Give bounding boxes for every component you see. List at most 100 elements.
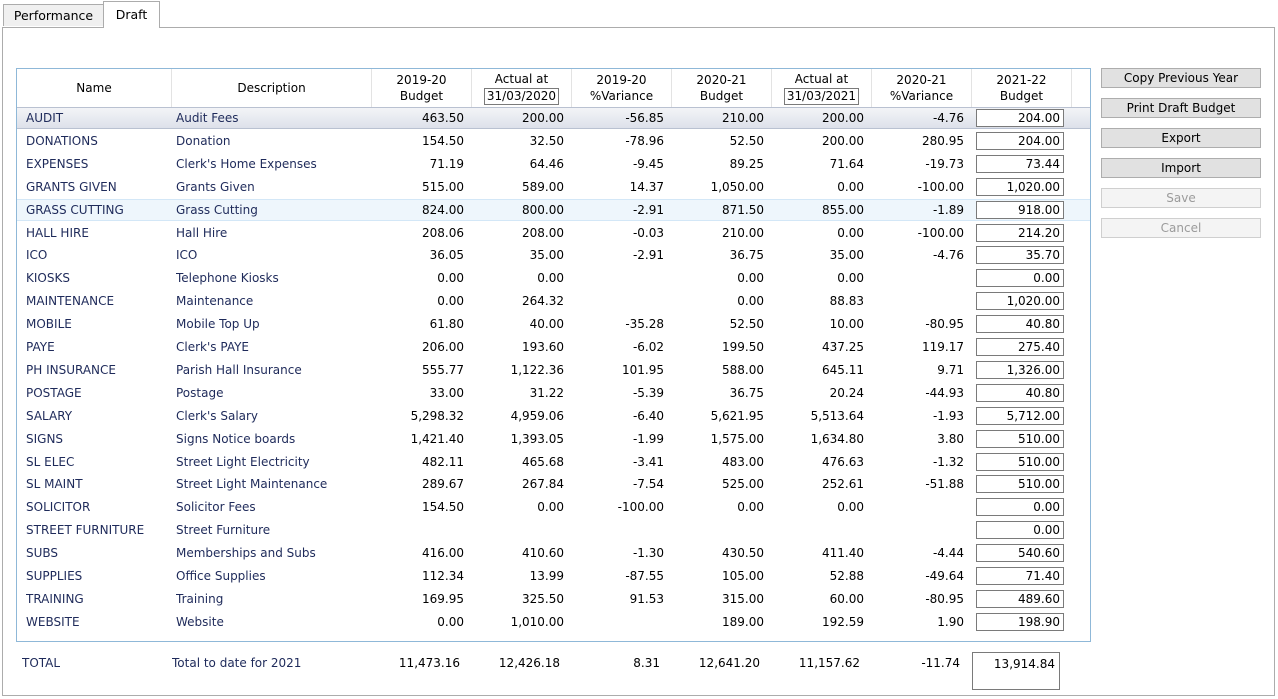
col-header-budget-2019-20[interactable]: 2019-20 Budget xyxy=(372,69,472,107)
table-row[interactable]: AUDIT Audit Fees 463.50 200.00 -56.85 210.00 2… xyxy=(17,107,1090,129)
actual-date-2021-field[interactable]: 31/03/2021 xyxy=(783,88,860,105)
cell-actual-2020: 200.00 xyxy=(522,111,564,125)
cell-actual-2021: 35.00 xyxy=(829,248,864,263)
table-row[interactable]: POSTAGE Postage 33.00 31.22 -5.39 36.75 20.24 -… xyxy=(17,382,1090,404)
col-header-line2: %Variance xyxy=(589,89,654,103)
table-row[interactable]: TRAINING Training 169.95 325.50 91.53 315.00 6… xyxy=(17,588,1090,610)
cancel-button[interactable]: Cancel xyxy=(1101,218,1261,238)
budget-2021-22-input[interactable]: 0.00 xyxy=(976,498,1064,517)
cell-name: SL ELEC xyxy=(26,454,75,469)
cell-budget-2020-21: 1,050.00 xyxy=(710,179,764,194)
cell-budget-2020-21: 189.00 xyxy=(722,614,764,629)
table-row[interactable]: HALL HIRE Hall Hire 208.06 208.00 -0.03 210.0… xyxy=(17,222,1090,244)
cell-actual-2020: 800.00 xyxy=(522,202,564,217)
col-header-variance-2020-21[interactable]: 2020-21 %Variance xyxy=(872,69,972,107)
budget-2021-22-input[interactable]: 540.60 xyxy=(976,544,1064,563)
print-draft-budget-button[interactable]: Print Draft Budget xyxy=(1101,98,1261,118)
budget-2021-22-input[interactable]: 918.00 xyxy=(976,200,1064,219)
cell-description: Solicitor Fees xyxy=(176,500,256,515)
table-row[interactable]: KIOSKS Telephone Kiosks 0.00 0.00 0.00 0.00 0.… xyxy=(17,267,1090,289)
col-header-actual-2021[interactable]: Actual at 31/03/2021 xyxy=(772,69,872,107)
budget-2021-22-input[interactable]: 198.90 xyxy=(976,612,1064,631)
table-row[interactable]: ICO ICO 36.05 35.00 -2.91 36.75 35.00 -4.76 35.7… xyxy=(17,244,1090,266)
table-row[interactable]: SUBS Memberships and Subs 416.00 410.60 -1.3… xyxy=(17,542,1090,564)
cell-variance-2020-21: -4.44 xyxy=(932,546,964,561)
table-row[interactable]: PH INSURANCE Parish Hall Insurance 555.77 1… xyxy=(17,359,1090,381)
table-row[interactable]: SALARY Clerk's Salary 5,298.32 4,959.06 -6.4… xyxy=(17,405,1090,427)
table-row[interactable]: WEBSITE Website 0.00 1,010.00 189.00 192.59 1.… xyxy=(17,611,1090,633)
cell-actual-2021: 0.00 xyxy=(837,225,864,240)
table-row[interactable]: DONATIONS Donation 154.50 32.50 -78.96 52.50 2… xyxy=(17,130,1090,152)
cell-variance-2019-20: -7.54 xyxy=(632,477,664,492)
import-button[interactable]: Import xyxy=(1101,158,1261,178)
cell-actual-2020: 35.00 xyxy=(529,248,564,263)
budget-2021-22-input[interactable]: 1,020.00 xyxy=(976,177,1064,196)
budget-2021-22-input[interactable]: 510.00 xyxy=(976,475,1064,494)
budget-2021-22-input[interactable]: 510.00 xyxy=(976,429,1064,448)
col-header-description[interactable]: Description xyxy=(172,69,372,107)
table-row[interactable]: SL MAINT Street Light Maintenance 289.67 26… xyxy=(17,473,1090,495)
budget-2021-22-input[interactable]: 0.00 xyxy=(976,521,1064,540)
cell-actual-2021: 476.63 xyxy=(822,454,864,469)
table-row[interactable]: SL ELEC Street Light Electricity 482.11 465… xyxy=(17,451,1090,473)
cell-budget-2020-21: 0.00 xyxy=(737,271,764,286)
save-button[interactable]: Save xyxy=(1101,188,1261,208)
table-row[interactable]: GRANTS GIVEN Grants Given 515.00 589.00 14.3… xyxy=(17,176,1090,198)
col-header-budget-2021-22[interactable]: 2021-22 Budget xyxy=(972,69,1072,107)
cell-budget-2020-21: 199.50 xyxy=(722,340,764,354)
tab-draft[interactable]: Draft xyxy=(103,1,160,28)
cell-description: Audit Fees xyxy=(176,111,239,125)
col-header-actual-2020[interactable]: Actual at 31/03/2020 xyxy=(472,69,572,107)
cell-actual-2020: 13.99 xyxy=(529,569,564,583)
table-row[interactable]: PAYE Clerk's PAYE 206.00 193.60 -6.02 199.50 4… xyxy=(17,336,1090,358)
budget-2021-22-input[interactable]: 5,712.00 xyxy=(976,406,1064,425)
cell-budget-2019-20: 1,421.40 xyxy=(410,431,464,446)
cell-actual-2021: 645.11 xyxy=(822,362,864,377)
table-row[interactable]: GRASS CUTTING Grass Cutting 824.00 800.00 -2… xyxy=(17,198,1090,221)
budget-2021-22-input[interactable]: 1,020.00 xyxy=(976,292,1064,311)
cell-budget-2019-20: 208.06 xyxy=(422,225,464,240)
table-row[interactable]: MOBILE Mobile Top Up 61.80 40.00 -35.28 52.50… xyxy=(17,313,1090,335)
table-row[interactable]: SIGNS Signs Notice boards 1,421.40 1,393.05… xyxy=(17,428,1090,450)
budget-2021-22-input[interactable]: 0.00 xyxy=(976,269,1064,288)
cell-actual-2020: 589.00 xyxy=(522,179,564,194)
actual-date-2020-field[interactable]: 31/03/2020 xyxy=(483,88,560,105)
cell-name: SOLICITOR xyxy=(26,500,91,515)
budget-2021-22-input[interactable]: 73.44 xyxy=(976,154,1064,173)
cell-budget-2019-20: 515.00 xyxy=(422,179,464,194)
budget-2021-22-input[interactable]: 275.40 xyxy=(976,338,1064,356)
budget-2021-22-input[interactable]: 71.40 xyxy=(976,567,1064,585)
table-row[interactable]: EXPENSES Clerk's Home Expenses 71.19 64.46 -… xyxy=(17,153,1090,175)
col-header-name[interactable]: Name xyxy=(17,69,172,107)
table-row[interactable]: STREET FURNITURE Street Furniture 0.00 xyxy=(17,519,1090,541)
budget-2021-22-input[interactable]: 40.80 xyxy=(976,315,1064,334)
budget-2021-22-input[interactable]: 40.80 xyxy=(976,383,1064,402)
export-button[interactable]: Export xyxy=(1101,128,1261,148)
budget-2021-22-input[interactable]: 1,326.00 xyxy=(976,360,1064,379)
cell-name: SUBS xyxy=(26,546,59,561)
col-header-variance-2019-20[interactable]: 2019-20 %Variance xyxy=(572,69,672,107)
table-row[interactable]: SUPPLIES Office Supplies 112.34 13.99 -87.55… xyxy=(17,565,1090,587)
col-header-budget-2020-21[interactable]: 2020-21 Budget xyxy=(672,69,772,107)
budget-2021-22-input[interactable]: 489.60 xyxy=(976,589,1064,608)
cell-variance-2019-20: -87.55 xyxy=(625,569,664,583)
col-header-line1: Actual at xyxy=(794,72,849,86)
budget-2021-22-input[interactable]: 35.70 xyxy=(976,246,1064,265)
copy-previous-year-button[interactable]: Copy Previous Year xyxy=(1101,68,1261,88)
cell-variance-2019-20: -1.30 xyxy=(632,546,664,561)
cell-actual-2020: 31.22 xyxy=(529,385,564,400)
table-row[interactable]: SOLICITOR Solicitor Fees 154.50 0.00 -100.00… xyxy=(17,496,1090,518)
budget-2021-22-input[interactable]: 204.00 xyxy=(976,109,1064,127)
tab-performance[interactable]: Performance xyxy=(3,4,104,26)
cell-variance-2019-20 xyxy=(572,290,664,312)
total-actual-2021: 11,157.62 xyxy=(798,656,860,670)
cell-name: MAINTENANCE xyxy=(26,294,115,309)
cell-description: Training xyxy=(176,591,224,606)
table-row[interactable]: MAINTENANCE Maintenance 0.00 264.32 0.00 88.8… xyxy=(17,290,1090,312)
budget-2021-22-input[interactable]: 510.00 xyxy=(976,452,1064,471)
cell-budget-2019-20: 169.95 xyxy=(422,591,464,606)
budget-2021-22-input[interactable]: 214.20 xyxy=(976,223,1064,242)
budget-2021-22-input[interactable]: 204.00 xyxy=(976,131,1064,150)
cell-variance-2019-20: -6.02 xyxy=(632,340,664,354)
cell-description: Clerk's Salary xyxy=(176,408,259,423)
